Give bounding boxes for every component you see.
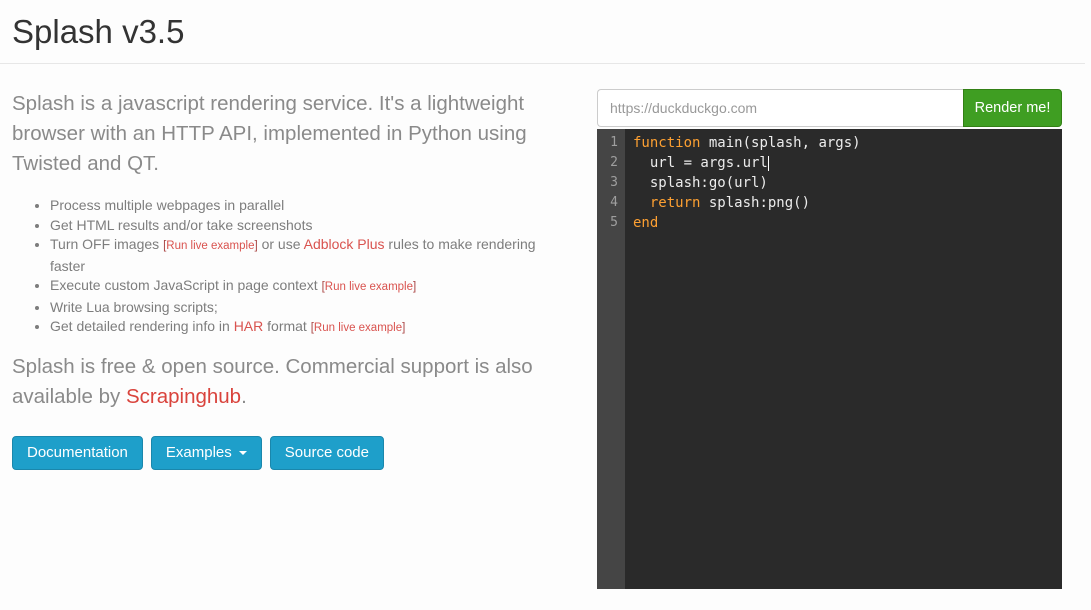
description-column: Splash is a javascript rendering service… [12, 89, 597, 470]
code-editor[interactable]: 12345 function main(splash, args) url = … [597, 129, 1062, 589]
feature-item: Write Lua browsing scripts; [50, 298, 572, 318]
red-link[interactable]: Scrapinghub [126, 385, 241, 408]
render-form: Render me! [597, 89, 1062, 127]
code-keyword: function [633, 135, 700, 151]
documentation-button[interactable]: Documentation [12, 436, 143, 470]
feature-item: Get HTML results and/or take screenshots [50, 216, 572, 236]
text-segment: Process multiple webpages in parallel [50, 197, 284, 213]
url-input[interactable] [597, 89, 963, 127]
text-segment: . [241, 385, 247, 408]
render-panel: Render me! 12345 function main(splash, a… [597, 89, 1062, 589]
code-keyword: end [633, 215, 658, 231]
text-segment: Splash is free & open source. Commercial… [12, 355, 533, 408]
red-link[interactable]: HAR [234, 318, 264, 334]
text-segment: splash:png() [700, 195, 810, 211]
text-segment: or use [258, 236, 304, 252]
run-live-example-link[interactable]: [Run live example] [322, 281, 417, 293]
source-code-button-label: Source code [285, 443, 369, 463]
feature-item: Process multiple webpages in parallel [50, 196, 572, 216]
line-number: 4 [597, 193, 618, 213]
code-line: splash:go(url) [633, 173, 1062, 193]
run-live-example-label: Run live example [166, 240, 254, 252]
line-number: 1 [597, 133, 618, 153]
code-line: url = args.url [633, 153, 1062, 173]
intro-paragraph: Splash is a javascript rendering service… [12, 89, 577, 179]
text-segment: splash:go(url) [633, 175, 768, 191]
features-list: Process multiple webpages in parallel Get… [12, 196, 572, 339]
run-live-example-label: Run live example [314, 322, 402, 334]
text-segment: url = args.url [633, 155, 768, 171]
caret-down-icon [239, 451, 247, 455]
code-line: end [633, 213, 1062, 233]
code-keyword: return [650, 195, 701, 211]
text-segment: Turn OFF images [50, 236, 163, 252]
source-code-button[interactable]: Source code [270, 436, 384, 470]
red-link[interactable]: Adblock Plus [304, 236, 385, 252]
feature-item: Execute custom JavaScript in page contex… [50, 276, 572, 298]
editor-code[interactable]: function main(splash, args) url = args.u… [625, 129, 1062, 589]
line-number: 2 [597, 153, 618, 173]
line-number: 5 [597, 213, 618, 233]
line-number: 3 [597, 173, 618, 193]
run-live-example-label: Run live example [325, 281, 413, 293]
text-cursor [768, 156, 769, 171]
editor-gutter: 12345 [597, 129, 625, 589]
run-live-example-link[interactable]: [Run live example] [311, 322, 406, 334]
support-paragraph: Splash is free & open source. Commercial… [12, 352, 577, 412]
bracket: ] [402, 322, 405, 334]
code-line: function main(splash, args) [633, 133, 1062, 153]
text-segment: Write Lua browsing scripts; [50, 299, 218, 315]
documentation-button-label: Documentation [27, 443, 128, 463]
page-header: Splash v3.5 [0, 0, 1091, 50]
examples-button-label: Examples [166, 443, 232, 463]
page-title: Splash v3.5 [12, 14, 1079, 50]
text-segment: Get HTML results and/or take screenshots [50, 217, 312, 233]
render-button[interactable]: Render me! [963, 89, 1062, 127]
text-segment [633, 195, 650, 211]
main-content: Splash is a javascript rendering service… [0, 64, 1091, 589]
run-live-example-link[interactable]: [Run live example] [163, 240, 258, 252]
feature-item: Turn OFF images [Run live example] or us… [50, 235, 572, 276]
text-segment: format [263, 318, 310, 334]
feature-item: Get detailed rendering info in HAR forma… [50, 317, 572, 339]
bracket: ] [413, 281, 416, 293]
examples-button[interactable]: Examples [151, 436, 262, 470]
text-segment: Get detailed rendering info in [50, 318, 234, 334]
text-segment: main(splash, args) [700, 135, 860, 151]
code-line: return splash:png() [633, 193, 1062, 213]
text-segment: Execute custom JavaScript in page contex… [50, 277, 322, 293]
action-buttons: Documentation Examples Source code [12, 436, 577, 470]
